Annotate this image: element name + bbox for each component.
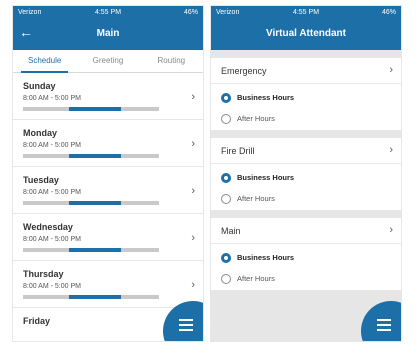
- day-name: Wednesday: [23, 222, 73, 232]
- hours-bar-fill: [69, 154, 121, 158]
- section-name: Fire Drill: [221, 146, 255, 156]
- radio-selected-icon[interactable]: [221, 252, 231, 263]
- virtual-attendant-screen: Verizon 4:55 PM 46% Virtual Attendant Em…: [210, 5, 402, 342]
- schedule-screen: Verizon 4:55 PM 46% ← Main Schedule Gree…: [12, 5, 204, 342]
- day-row-monday[interactable]: Monday 8:00 AM - 5:00 PM ›: [13, 120, 203, 167]
- chevron-right-icon: ›: [191, 185, 195, 197]
- option-label: After Hours: [237, 274, 275, 284]
- option-label: Business Hours: [237, 173, 295, 183]
- hours-bar: [23, 107, 159, 111]
- battery-label: 46%: [183, 9, 198, 16]
- status-time: 4:55 PM: [292, 9, 320, 16]
- page-title: Virtual Attendant: [265, 28, 346, 39]
- day-name: Monday: [23, 128, 58, 138]
- option-after-hours[interactable]: After Hours: [221, 110, 275, 124]
- option-business-hours[interactable]: Business Hours: [221, 249, 295, 263]
- hours-bar-fill: [69, 295, 121, 299]
- page-title: Main: [96, 28, 120, 39]
- tab-bar: Schedule Greeting Routing: [13, 50, 203, 73]
- day-hours: 8:00 AM - 5:00 PM: [23, 189, 81, 196]
- hours-bar: [23, 248, 159, 252]
- hours-bar-fill: [69, 248, 121, 252]
- hours-bar: [23, 295, 159, 299]
- status-bar: Verizon 4:55 PM 46%: [13, 6, 203, 20]
- option-label: Business Hours: [237, 253, 295, 263]
- attendant-section-main: Main › Business Hours After Hours: [211, 218, 401, 290]
- status-bar: Verizon 4:55 PM 46%: [211, 6, 401, 20]
- hamburger-menu-icon: [179, 319, 193, 334]
- chevron-right-icon: ›: [191, 232, 195, 244]
- day-row-sunday[interactable]: Sunday 8:00 AM - 5:00 PM ›: [13, 73, 203, 120]
- nav-bar: ← Main: [13, 20, 203, 50]
- chevron-right-icon[interactable]: ›: [389, 224, 393, 236]
- chevron-right-icon: ›: [191, 279, 195, 291]
- chevron-right-icon: ›: [191, 138, 195, 150]
- day-hours: 8:00 AM - 5:00 PM: [23, 236, 81, 243]
- radio-selected-icon[interactable]: [221, 92, 231, 103]
- day-hours: 8:00 AM - 5:00 PM: [23, 283, 81, 290]
- radio-unselected-icon[interactable]: [221, 273, 231, 284]
- hours-bar: [23, 154, 159, 158]
- radio-selected-icon[interactable]: [221, 172, 231, 183]
- day-name: Thursday: [23, 269, 64, 279]
- day-name: Sunday: [23, 81, 56, 91]
- day-name: Tuesday: [23, 175, 59, 185]
- option-label: After Hours: [237, 194, 275, 204]
- chevron-right-icon: ›: [191, 91, 195, 103]
- nav-bar: Virtual Attendant: [211, 20, 401, 50]
- day-row-wednesday[interactable]: Wednesday 8:00 AM - 5:00 PM ›: [13, 214, 203, 261]
- attendant-list: Emergency › Business Hours After Hours F…: [211, 50, 401, 341]
- day-list: Sunday 8:00 AM - 5:00 PM › Monday 8:00 A…: [13, 73, 203, 341]
- option-business-hours[interactable]: Business Hours: [221, 169, 295, 183]
- option-business-hours[interactable]: Business Hours: [221, 89, 295, 103]
- day-hours: 8:00 AM - 5:00 PM: [23, 142, 81, 149]
- chevron-right-icon[interactable]: ›: [389, 144, 393, 156]
- tab-routing[interactable]: Routing: [140, 50, 203, 72]
- attendant-section-emergency: Emergency › Business Hours After Hours: [211, 58, 401, 130]
- tab-greeting[interactable]: Greeting: [76, 50, 139, 72]
- day-row-thursday[interactable]: Thursday 8:00 AM - 5:00 PM ›: [13, 261, 203, 308]
- hours-bar: [23, 201, 159, 205]
- radio-unselected-icon[interactable]: [221, 193, 231, 204]
- day-row-tuesday[interactable]: Tuesday 8:00 AM - 5:00 PM ›: [13, 167, 203, 214]
- option-after-hours[interactable]: After Hours: [221, 270, 275, 284]
- attendant-section-fire-drill: Fire Drill › Business Hours After Hours: [211, 138, 401, 210]
- option-label: Business Hours: [237, 93, 295, 103]
- hamburger-menu-icon: [377, 319, 391, 334]
- day-hours: 8:00 AM - 5:00 PM: [23, 95, 81, 102]
- hours-bar-fill: [69, 201, 121, 205]
- day-name: Friday: [23, 316, 51, 326]
- hours-bar-fill: [69, 107, 121, 111]
- radio-unselected-icon[interactable]: [221, 113, 231, 124]
- battery-label: 46%: [381, 9, 396, 16]
- option-label: After Hours: [237, 114, 275, 124]
- tab-schedule[interactable]: Schedule: [13, 50, 76, 73]
- section-name: Main: [221, 226, 241, 236]
- chevron-right-icon[interactable]: ›: [389, 64, 393, 76]
- section-name: Emergency: [221, 66, 267, 76]
- status-time: 4:55 PM: [94, 9, 122, 16]
- option-after-hours[interactable]: After Hours: [221, 190, 275, 204]
